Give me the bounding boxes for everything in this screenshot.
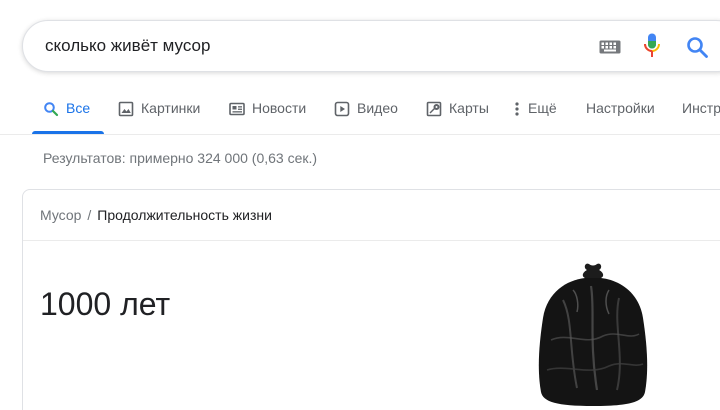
tab-label: Настройки [586,100,655,116]
card-header: Мусор / Продолжительность жизни [23,190,720,241]
search-tabs: Все Картинки Новости Видео Карты Ещё Нас… [0,90,720,134]
search-results-page: сколько живёт мусор Все Картинки Новости… [0,0,720,410]
tab-tools[interactable]: Инстр [682,90,720,134]
garbage-bag-image[interactable] [533,260,653,410]
news-icon [229,102,245,116]
answer-card: Мусор / Продолжительность жизни 1000 лет [22,189,720,410]
breadcrumb: Мусор / Продолжительность жизни [40,207,272,223]
microphone-icon[interactable] [644,33,660,59]
tab-maps[interactable]: Карты [426,90,489,134]
tab-label: Новости [252,100,307,116]
breadcrumb-current: Продолжительность жизни [97,207,272,223]
more-vertical-icon [515,102,519,116]
video-icon [334,101,350,117]
answer-value: 1000 лет [40,286,171,322]
tab-label: Ещё [528,100,557,116]
tab-label: Все [66,100,91,116]
search-input[interactable]: сколько живёт мусор [45,36,210,56]
tab-all[interactable]: Все [43,90,90,134]
search-bar[interactable]: сколько живёт мусор [22,20,720,72]
map-icon [426,101,442,117]
tab-images[interactable]: Картинки [118,90,200,134]
tab-label: Карты [449,100,489,116]
tab-video[interactable]: Видео [334,90,398,134]
tab-more[interactable]: Ещё [513,90,557,134]
breadcrumb-separator: / [87,207,92,223]
tab-news[interactable]: Новости [229,90,306,134]
result-stats: Результатов: примерно 324 000 (0,63 сек.… [43,150,318,166]
search-icon [44,102,59,117]
tab-label: Видео [357,100,398,116]
tab-label: Картинки [141,100,201,116]
tab-label: Инстр [682,100,720,116]
tab-settings[interactable]: Настройки [586,90,655,134]
image-icon [118,101,134,117]
tabs-divider [0,134,720,135]
search-icon[interactable] [685,35,709,59]
keyboard-icon[interactable] [599,40,621,54]
breadcrumb-parent-link[interactable]: Мусор [40,207,81,223]
